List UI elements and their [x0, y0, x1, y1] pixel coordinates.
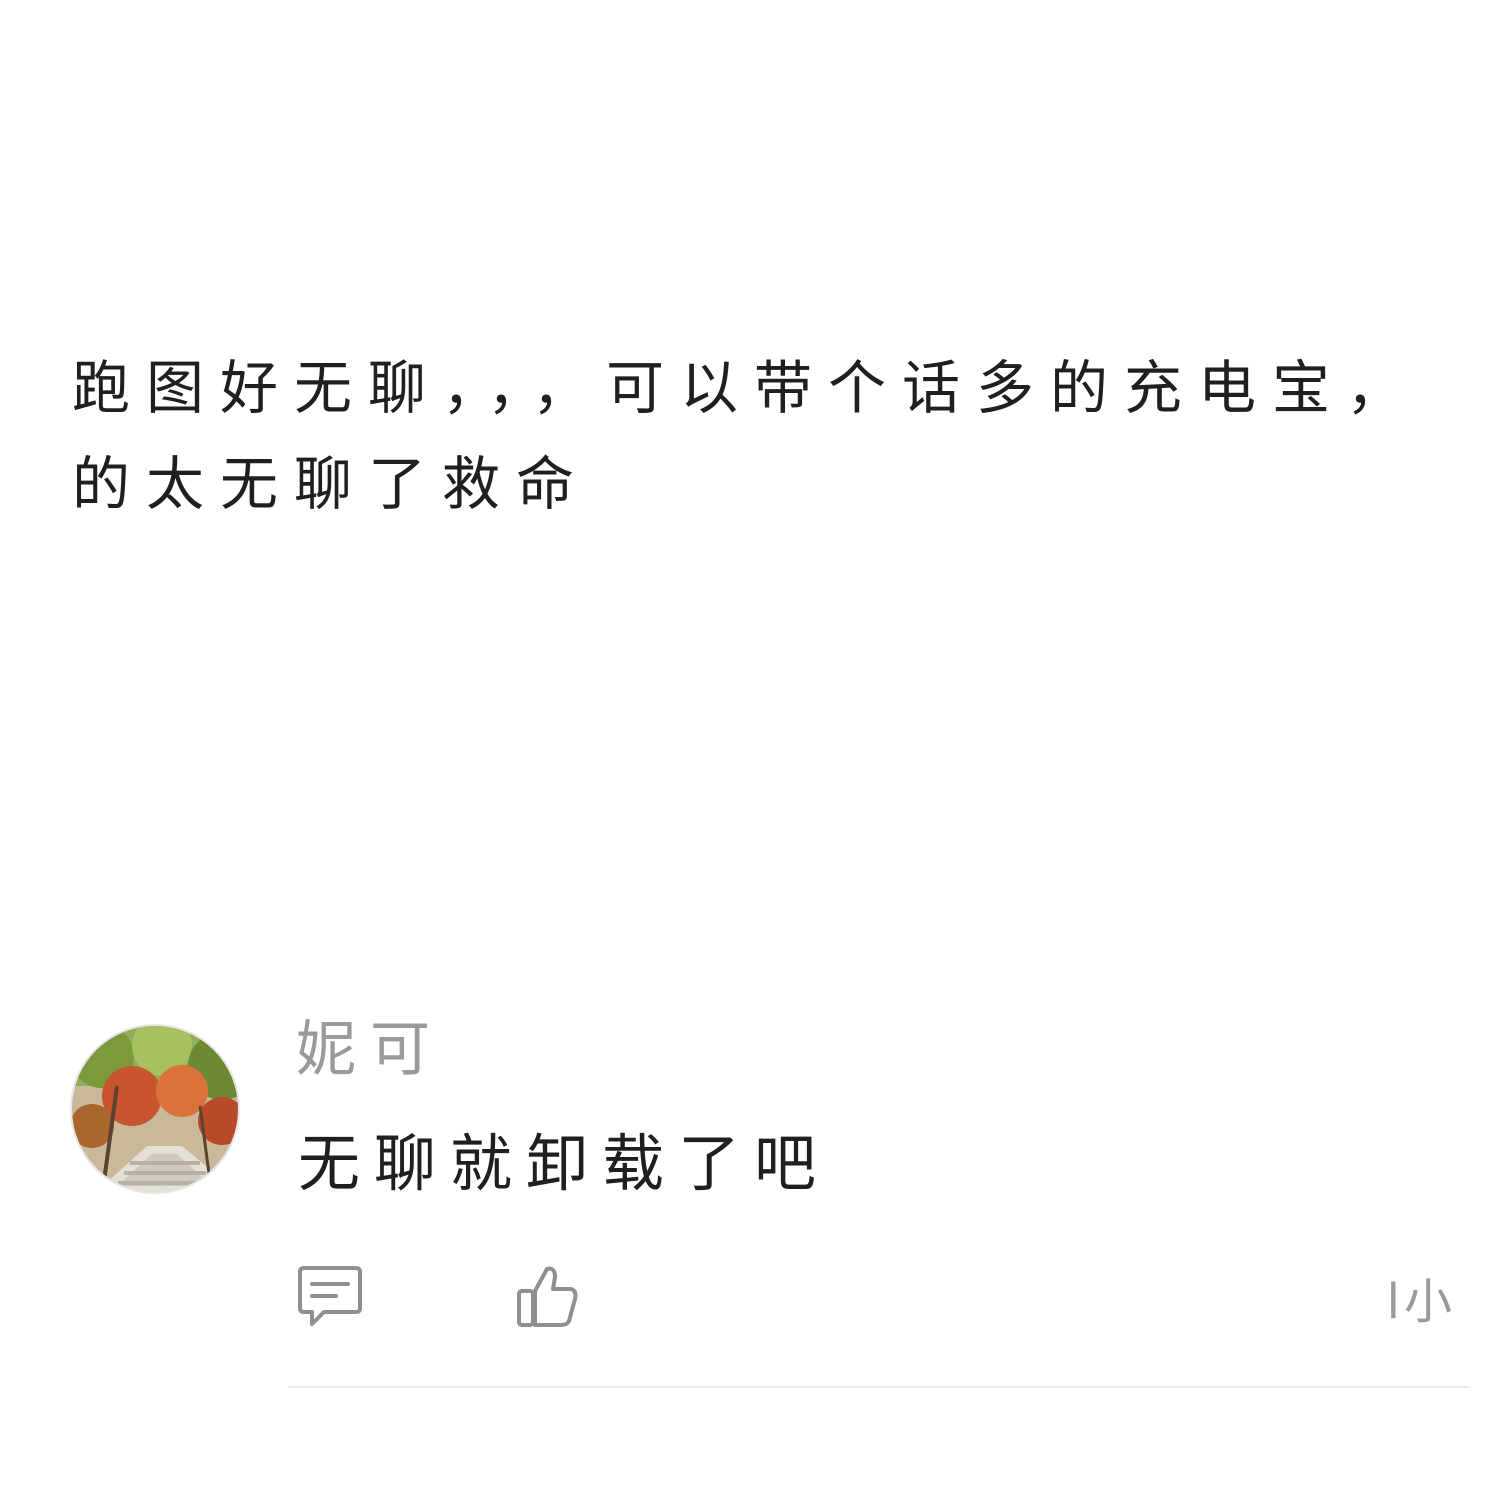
landscape-avatar-image — [72, 1026, 238, 1192]
thumbs-up-icon — [517, 1266, 578, 1327]
avatar[interactable] — [70, 1024, 240, 1194]
post-text: 跑图好无聊，，，可以带个话多的充电宝，的太无聊了救命 — [72, 354, 1421, 518]
divider — [288, 1386, 1470, 1388]
comment-item: 妮可 无聊就卸载了吧 l小 — [0, 1000, 1500, 1420]
like-button[interactable] — [512, 1262, 584, 1332]
comment-text: 无聊就卸载了吧 — [298, 1127, 831, 1200]
more-options-button[interactable]: l小 — [1387, 1262, 1456, 1332]
comment-username[interactable]: 妮可 — [296, 1012, 444, 1088]
reply-button[interactable] — [294, 1262, 366, 1332]
comment-bubble-icon — [298, 1266, 362, 1326]
